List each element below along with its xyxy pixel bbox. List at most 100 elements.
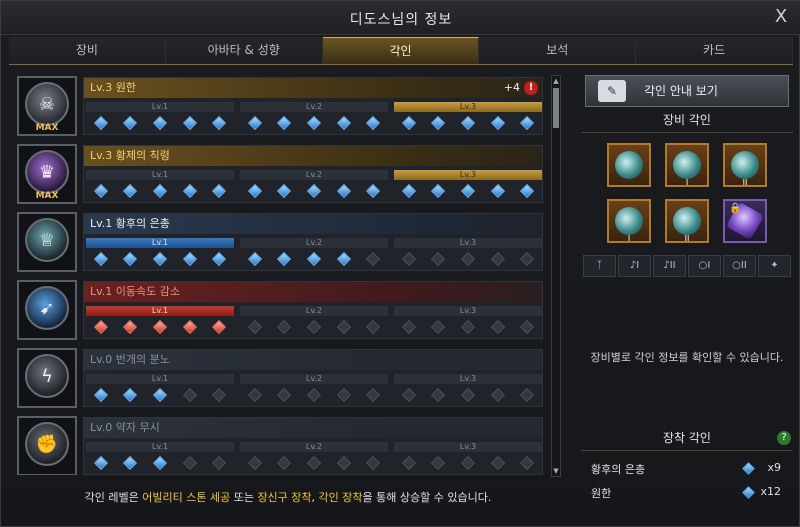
gem-icon bbox=[152, 115, 168, 131]
tab-gems[interactable]: 보석 bbox=[479, 37, 637, 64]
list-scrollbar[interactable]: ▲ ▼ bbox=[551, 75, 561, 477]
gem-icon bbox=[306, 455, 322, 471]
gem-icon bbox=[520, 387, 535, 403]
gem-icon bbox=[490, 115, 505, 131]
engraving-icon-frame: ϟ bbox=[17, 348, 77, 408]
gem-icon bbox=[212, 251, 227, 267]
level-2-bar: Lv.2 bbox=[240, 306, 388, 316]
gem-icon bbox=[152, 387, 168, 403]
owned-engraving-count: x9 bbox=[767, 461, 781, 474]
gem-icon bbox=[520, 115, 535, 131]
earring-icon bbox=[731, 151, 759, 179]
gem-icon bbox=[212, 455, 227, 471]
slot-roman: I bbox=[627, 234, 631, 243]
engraving-row[interactable]: ♛ MAX Lv.3 황제의 칙령 Lv.1 Lv.2 Lv.3 bbox=[15, 143, 547, 205]
character-info-window: 디도스님의 정보 X 장비 아바타 & 성향 각인 보석 카드 ☠ MAX Lv… bbox=[0, 0, 800, 527]
tab-avatar[interactable]: 아바타 & 성향 bbox=[165, 37, 323, 64]
gem-icon bbox=[520, 183, 535, 199]
owned-engraving-name: 황후의 은총 bbox=[591, 463, 646, 476]
gem-icon bbox=[306, 319, 322, 335]
gem-icon bbox=[490, 319, 505, 335]
slot-roman: I bbox=[685, 178, 689, 187]
tab-equipment[interactable]: 장비 bbox=[9, 37, 166, 64]
gem-icon bbox=[182, 319, 197, 335]
gem-icon bbox=[306, 115, 322, 131]
gem-icon bbox=[336, 115, 351, 131]
scroll-up-icon[interactable]: ▲ bbox=[552, 76, 560, 86]
ability-stone-slot[interactable]: 🔒 bbox=[723, 199, 767, 243]
gem-icon bbox=[247, 455, 262, 471]
level-2-bar: Lv.2 bbox=[240, 442, 388, 452]
earring-icon bbox=[673, 151, 701, 179]
gem-icon bbox=[336, 387, 351, 403]
necklace-filter-icon[interactable]: ᛉ bbox=[583, 255, 616, 277]
ring-2-filter-icon[interactable]: ○II bbox=[723, 255, 756, 277]
owned-engraving-count: x12 bbox=[760, 485, 781, 498]
gem-icon bbox=[366, 251, 381, 267]
gem-icon bbox=[152, 251, 168, 267]
level-3-bar: Lv.3 bbox=[394, 306, 542, 316]
engraving-row[interactable]: ♕ Lv.1 황후의 은총 Lv.1 Lv.2 Lv.3 bbox=[15, 211, 547, 273]
engraving-guide-button[interactable]: ✎ 각인 안내 보기 bbox=[585, 75, 789, 107]
gem-icon bbox=[460, 251, 476, 267]
gem-icon bbox=[366, 455, 381, 471]
scroll-thumb[interactable] bbox=[553, 88, 559, 128]
move-speed-down-icon: ➹ bbox=[25, 286, 69, 330]
ring-icon bbox=[673, 207, 701, 235]
gem-icon bbox=[336, 455, 351, 471]
engraving-list: ☠ MAX Lv.3 원한 +4 ! Lv.1 Lv.2 Lv.3 ♛ MAX … bbox=[15, 75, 547, 475]
slot-roman: II bbox=[684, 234, 690, 243]
gem-icon bbox=[93, 319, 108, 335]
gem-icon bbox=[123, 183, 138, 199]
earring-1-slot[interactable]: I bbox=[665, 143, 709, 187]
necklace-slot[interactable] bbox=[607, 143, 651, 187]
engraving-row[interactable]: ϟ Lv.0 번개의 분노 Lv.1 Lv.2 Lv.3 bbox=[15, 347, 547, 409]
help-icon[interactable]: ? bbox=[777, 431, 791, 445]
book-gem-icon bbox=[742, 462, 755, 475]
gem-icon bbox=[123, 251, 138, 267]
tab-cards[interactable]: 카드 bbox=[636, 37, 793, 64]
gem-icon bbox=[93, 251, 108, 267]
stone-filter-icon[interactable]: ✦ bbox=[758, 255, 791, 277]
gem-icon bbox=[277, 319, 292, 335]
ring-2-slot[interactable]: II bbox=[665, 199, 709, 243]
gem-icon bbox=[247, 387, 262, 403]
gem-icon bbox=[93, 455, 108, 471]
tab-engraving[interactable]: 각인 bbox=[322, 37, 480, 64]
filter-roman: II bbox=[740, 260, 747, 271]
footer-text: 또는 bbox=[230, 491, 258, 504]
gem-icon bbox=[306, 387, 322, 403]
max-badge: MAX bbox=[35, 191, 59, 201]
max-badge: MAX bbox=[35, 123, 59, 133]
gem-icon bbox=[306, 251, 322, 267]
gem-icon bbox=[401, 251, 416, 267]
gem-icon bbox=[336, 183, 351, 199]
ring-1-slot[interactable]: I bbox=[607, 199, 651, 243]
gem-icon bbox=[431, 455, 446, 471]
earring-2-filter-icon[interactable]: ♪II bbox=[653, 255, 686, 277]
level-3-bar: Lv.3 bbox=[394, 374, 542, 384]
level-3-bar: Lv.3 bbox=[394, 238, 542, 248]
empress-grace-icon: ♕ bbox=[25, 218, 69, 262]
gem-icon bbox=[401, 455, 416, 471]
level-1-bar: Lv.1 bbox=[86, 102, 234, 112]
necklace-icon bbox=[615, 151, 643, 179]
gem-icon bbox=[431, 183, 446, 199]
gem-icon bbox=[490, 251, 505, 267]
filter-roman: I bbox=[636, 260, 640, 271]
gem-icon bbox=[431, 251, 446, 267]
earring-2-slot[interactable]: II bbox=[723, 143, 767, 187]
gem-icon bbox=[366, 387, 381, 403]
engraving-row[interactable]: ✊ Lv.0 약자 무시 Lv.1 Lv.2 Lv.3 bbox=[15, 415, 547, 475]
scroll-down-icon[interactable]: ▼ bbox=[552, 466, 560, 476]
equip-engraving-title: 장비 각인 bbox=[581, 111, 793, 133]
engraving-row[interactable]: ☠ MAX Lv.3 원한 +4 ! Lv.1 Lv.2 Lv.3 bbox=[15, 75, 547, 137]
close-button[interactable]: X bbox=[771, 7, 791, 27]
gem-icon bbox=[182, 115, 197, 131]
earring-1-filter-icon[interactable]: ♪I bbox=[618, 255, 651, 277]
engraving-row[interactable]: ➹ Lv.1 이동속도 감소 Lv.1 Lv.2 Lv.3 bbox=[15, 279, 547, 341]
ring-1-filter-icon[interactable]: ○I bbox=[688, 255, 721, 277]
gem-icon bbox=[247, 115, 262, 131]
tab-bar: 장비 아바타 & 성향 각인 보석 카드 bbox=[9, 37, 793, 65]
gem-icon bbox=[277, 455, 292, 471]
